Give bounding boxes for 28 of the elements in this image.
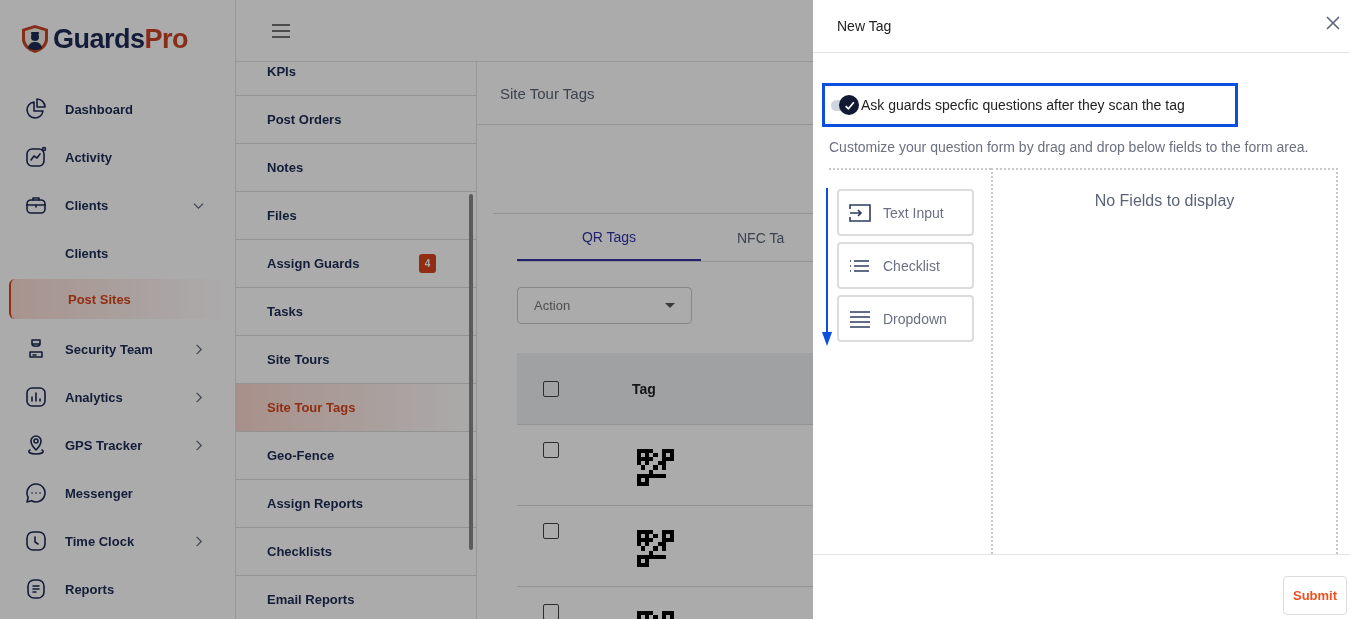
sidebar-item[interactable]: Dashboard bbox=[0, 85, 235, 133]
submit-button[interactable]: Submit bbox=[1283, 576, 1347, 615]
sidebar-item[interactable]: Security Team bbox=[0, 325, 235, 373]
field-type-button[interactable]: Checklist bbox=[837, 242, 974, 289]
field-type-button[interactable]: Dropdown bbox=[837, 295, 974, 342]
sidebar-item[interactable]: Analytics bbox=[0, 373, 235, 421]
logo-text: GuardsPro bbox=[53, 23, 189, 55]
sidebar-subitem[interactable]: Clients bbox=[0, 229, 235, 277]
count-badge: 4 bbox=[419, 254, 436, 273]
toggle-label: Ask guards specfic questions after they scan the tag bbox=[861, 97, 1185, 113]
sidebar-item[interactable]: Activity bbox=[0, 133, 235, 181]
submenu-item[interactable]: Post Orders bbox=[236, 96, 476, 144]
submenu-item[interactable]: Notes bbox=[236, 144, 476, 192]
tab[interactable]: QR Tags bbox=[517, 214, 701, 261]
page-title: Site Tour Tags bbox=[500, 84, 595, 102]
empty-state-text: No Fields to display bbox=[1094, 192, 1235, 211]
sidebar-item[interactable]: Time Clock bbox=[0, 517, 235, 565]
drawer-title: New Tag bbox=[837, 18, 892, 34]
description-text: Customize your question form by drag and drop below fields to the form area. bbox=[829, 138, 1309, 157]
action-select[interactable]: Action bbox=[517, 287, 692, 324]
sidebar-item[interactable]: GPS Tracker bbox=[0, 421, 235, 469]
field-type-button[interactable]: Text Input bbox=[837, 189, 974, 236]
submenu-item[interactable]: Email Reports bbox=[236, 576, 476, 619]
submenu-item[interactable]: KPIs bbox=[236, 62, 476, 96]
sidebar-item[interactable]: Clients bbox=[0, 181, 235, 229]
column-header: Tag bbox=[632, 380, 656, 397]
sidebar-item[interactable]: Messenger bbox=[0, 469, 235, 517]
sidebar-item[interactable]: Reports bbox=[0, 565, 235, 613]
